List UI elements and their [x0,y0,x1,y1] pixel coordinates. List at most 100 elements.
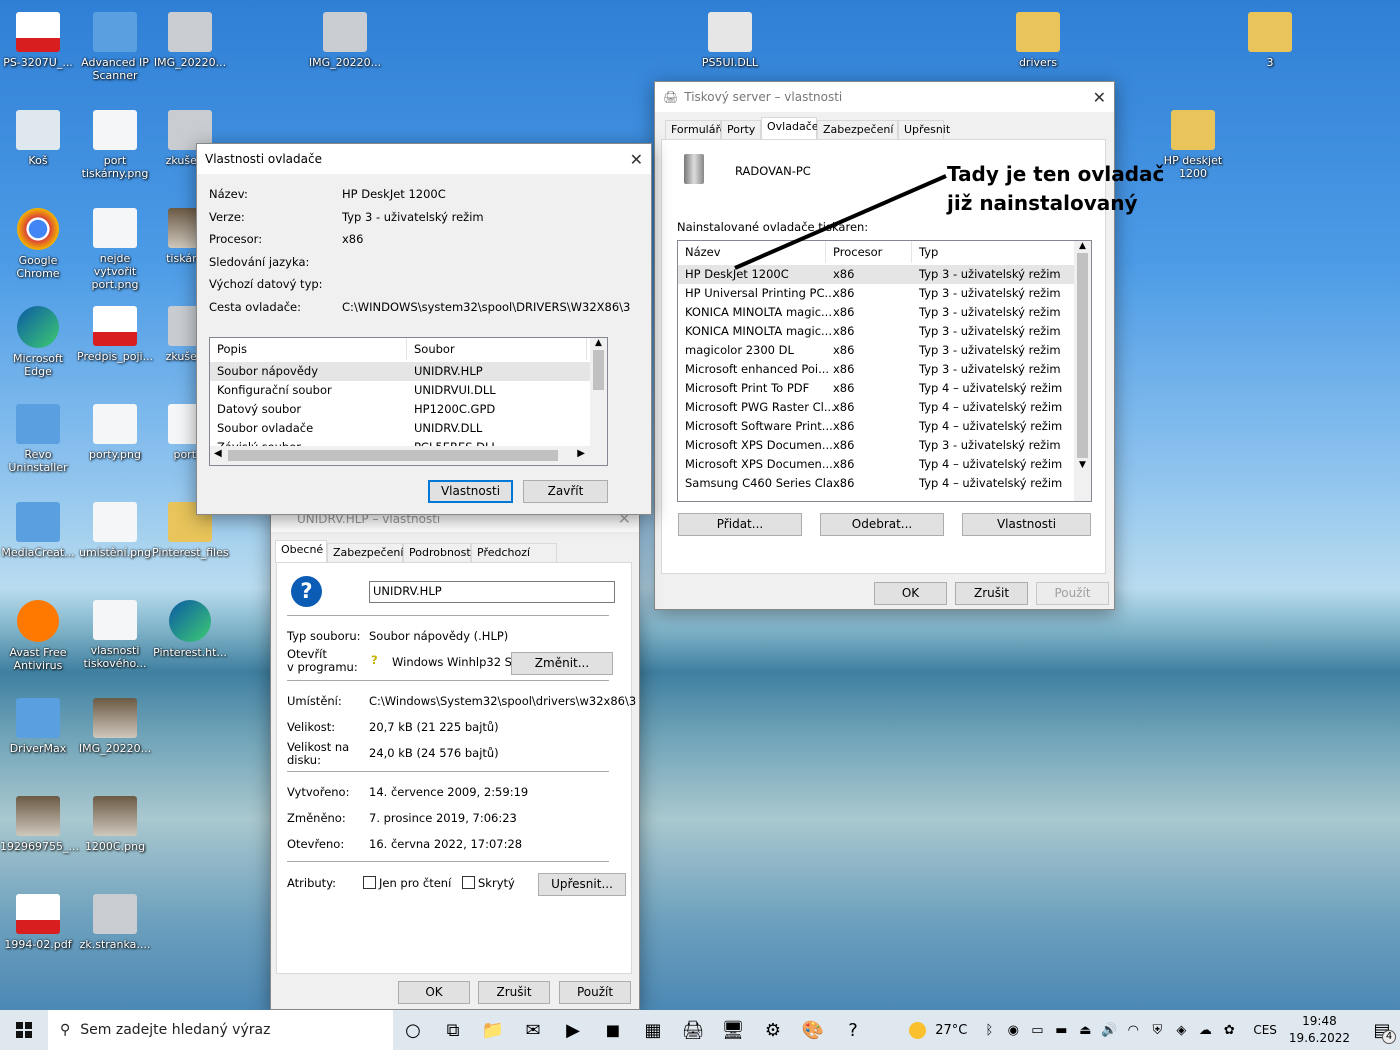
media-player-icon[interactable]: ▶ [553,1010,593,1050]
desktop-icon[interactable]: 3 [1232,12,1308,69]
table-row[interactable]: Microsoft PWG Raster Cl... x86 Typ 4 – uži… [678,398,1074,417]
properties-button[interactable]: Vlastnosti [428,480,513,503]
scroll-down-icon[interactable]: ▼ [1074,460,1091,470]
desktop-icon[interactable]: 1200C.png [77,796,153,853]
drivermax-icon[interactable]: ✿ [1217,1010,1241,1050]
avast-icon[interactable]: ◉ [1001,1010,1025,1050]
volume-icon[interactable]: 🔊 [1097,1010,1121,1050]
readonly-checkbox[interactable] [363,876,376,889]
tab-0[interactable]: Obecné [275,540,327,563]
vertical-scrollbar[interactable]: ▲ [590,338,607,446]
table-row[interactable]: Microsoft Software Print... x86 Typ 4 – už… [678,417,1074,436]
table-row[interactable]: KONICA MINOLTA magic... x86 Typ 3 - uživat… [678,322,1074,341]
close-button[interactable]: Zavřít [523,480,608,503]
driver-properties-button[interactable]: Vlastnosti [962,513,1091,536]
filename-input[interactable]: UNIDRV.HLP [369,581,615,603]
apply-button[interactable]: Použít [559,981,631,1004]
table-row[interactable]: Soubor nápovědy UNIDRV.HLP [210,362,590,381]
battery-icon[interactable]: ▬ [1049,1010,1073,1050]
tab-4[interactable]: Upřesnit [898,120,950,140]
close-icon[interactable]: ✕ [630,150,643,169]
onedrive-error-icon[interactable]: ☁ [1193,1010,1217,1050]
tab-2[interactable]: Ovladače [761,117,819,140]
language-indicator[interactable]: CES [1253,1023,1277,1037]
desktop-icon[interactable]: nejde vytvořit port.png [77,208,153,291]
tab-3[interactable]: Zabezpečení [817,120,898,140]
tab-0[interactable]: Formuláře [665,120,727,140]
camera-icon[interactable]: ▭ [1025,1010,1049,1050]
desktop-icon[interactable]: Revo Uninstaller [0,404,76,474]
close-icon[interactable]: ✕ [1093,88,1106,107]
wifi-icon[interactable]: ◠ [1121,1010,1145,1050]
table-row[interactable]: Samsung C460 Series Cla... x86 Typ 4 – uži… [678,474,1074,493]
network-scanner-icon[interactable]: ◈ [1169,1010,1193,1050]
change-button[interactable]: Změnit... [511,652,613,675]
bluetooth-icon[interactable]: ᛒ [977,1010,1001,1050]
scrollbar[interactable]: ▲ ▼ [1074,241,1091,501]
table-row[interactable]: Microsoft enhanced Poi... x86 Typ 3 - uživ… [678,360,1074,379]
tab-1[interactable]: Zabezpečení [327,543,403,563]
settings-icon[interactable]: ⚙ [753,1010,793,1050]
hidden-checkbox[interactable] [462,876,475,889]
cancel-button[interactable]: Zrušit [478,981,550,1004]
column-header[interactable]: Název [678,241,826,263]
desktop-icon[interactable]: drivers [1000,12,1076,69]
file-explorer-icon[interactable]: 📁 [473,1010,513,1050]
start-windows-icon[interactable] [0,1010,48,1050]
paint-icon[interactable]: 🎨 [793,1010,833,1050]
drivers-list[interactable]: Název Procesor Typ HP DeskJet 1200C x86 Typ … [677,240,1092,502]
table-row[interactable]: KONICA MINOLTA magic... x86 Typ 3 - uživat… [678,303,1074,322]
driver-files-list[interactable]: Popis Soubor Soubor nápovědy UNIDRV.HLP Kon… [209,337,608,466]
usb-icon[interactable]: ⏏ [1073,1010,1097,1050]
clock[interactable]: 19:48 19.6.2022 [1289,1013,1350,1047]
table-row[interactable]: Microsoft XPS Documen... x86 Typ 4 – uživa… [678,455,1074,474]
column-header[interactable]: Soubor [407,338,587,360]
desktop-icon[interactable]: 1994-02.pdf [0,894,76,951]
table-row[interactable]: Soubor ovladače UNIDRV.DLL [210,419,590,438]
table-row[interactable]: Microsoft Print To PDF x86 Typ 4 – uživate… [678,379,1074,398]
table-row[interactable]: HP Universal Printing PC... x86 Typ 3 - už… [678,284,1074,303]
weather-temperature[interactable]: 27°C [935,1023,967,1038]
desktop-icon[interactable]: porty.png [77,404,153,461]
tab-1[interactable]: Porty [721,120,761,140]
desktop-icon[interactable]: Predpis_poji... [77,306,153,363]
mail-icon[interactable]: ✉ [513,1010,553,1050]
add-driver-button[interactable]: Přidat... [678,513,802,536]
table-row[interactable]: HP DeskJet 1200C x86 Typ 3 - uživatelský r… [678,265,1074,284]
scroll-thumb[interactable] [593,350,604,390]
desktop-icon[interactable]: PS-3207U_... [0,12,76,69]
advanced-button[interactable]: Upřesnit... [538,873,626,896]
desktop-icon[interactable]: PS5UI.DLL [692,12,768,69]
desktop-icon[interactable]: umístění.png [77,502,153,559]
scroll-thumb[interactable] [228,450,558,461]
office-icon[interactable]: ◼ [593,1010,633,1050]
desktop-icon[interactable]: Google Chrome [0,208,76,280]
search-box[interactable]: ⚲ Sem zadejte hledaný výraz [48,1010,393,1050]
notifications-icon[interactable]: ▤ 4 [1364,1010,1400,1050]
desktop-icon[interactable]: 192969755_... [0,796,79,853]
table-row[interactable]: Microsoft XPS Documen... x86 Typ 3 - uživa… [678,436,1074,455]
scroll-left-icon[interactable]: ◀ [214,448,222,459]
column-header[interactable]: Procesor [826,241,912,263]
tab-2[interactable]: Podrobnosti [403,543,474,563]
desktop-icon[interactable]: IMG_20220... [77,698,153,755]
scroll-thumb[interactable] [1077,253,1088,458]
horizontal-scrollbar[interactable]: ◀ ▶ [210,446,607,465]
apply-button[interactable]: Použít [1036,582,1109,605]
security-icon[interactable]: ⛨ [1145,1010,1169,1050]
cancel-button[interactable]: Zrušit [955,582,1028,605]
scroll-up-icon[interactable]: ▲ [590,338,607,348]
desktop-icon[interactable]: zk.stranka.... [77,894,153,951]
column-header[interactable]: Typ [912,241,1076,263]
ok-button[interactable]: OK [874,582,947,605]
control-panel-icon[interactable]: ▦ [633,1010,673,1050]
desktop-icon[interactable]: Avast Free Antivirus [0,600,76,672]
desktop-icon[interactable]: IMG_20220... [307,12,383,69]
desktop-icon[interactable]: Advanced IP Scanner [77,12,153,82]
remove-driver-button[interactable]: Odebrat... [820,513,944,536]
desktop-icon[interactable]: port tiskárny.png [77,110,153,180]
scroll-right-icon[interactable]: ▶ [577,448,585,459]
desktop-icon[interactable]: MediaCreat... [0,502,76,559]
ok-button[interactable]: OK [398,981,470,1004]
desktop-icon[interactable]: IMG_20220... [152,12,228,69]
